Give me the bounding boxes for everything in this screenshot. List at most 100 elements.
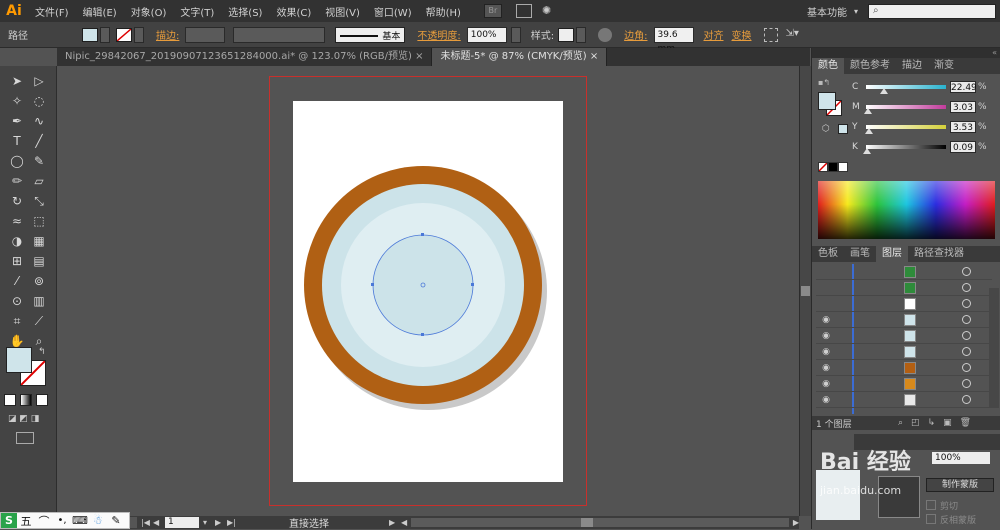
curvature-icon[interactable]: ∿ xyxy=(30,112,48,130)
target-circle-icon[interactable] xyxy=(962,331,971,340)
menu-window[interactable]: 窗口(W) xyxy=(367,4,419,19)
style-dropdown[interactable] xyxy=(576,26,587,43)
skin-icon[interactable]: ☃ xyxy=(89,514,107,527)
symbol-sprayer-icon[interactable]: ⊙ xyxy=(8,292,26,310)
lasso-icon[interactable]: ◌ xyxy=(30,92,48,110)
rotate-icon[interactable]: ↻ xyxy=(8,192,26,210)
close-icon[interactable]: × xyxy=(415,51,423,62)
target-circle-icon[interactable] xyxy=(962,283,971,292)
menu-edit[interactable]: 编辑(E) xyxy=(76,4,124,19)
fill-dropdown[interactable] xyxy=(100,26,110,43)
out-of-gamut-icon[interactable]: ⬡ xyxy=(822,124,832,134)
tab-color[interactable]: 颜色 xyxy=(812,58,844,74)
search-input[interactable]: ⌕ xyxy=(868,3,996,19)
paintbrush-icon[interactable]: ✎ xyxy=(30,152,48,170)
visibility-eye-icon[interactable]: ◉ xyxy=(820,394,832,406)
stroke-label[interactable]: 描边: xyxy=(152,27,183,42)
sogou-icon[interactable]: S xyxy=(1,513,17,528)
workspace-dropdown-icon[interactable]: ▾ xyxy=(854,7,864,16)
transform-link[interactable]: 变换 xyxy=(728,27,756,42)
recolor-icon[interactable] xyxy=(598,27,613,42)
tab-layers[interactable]: 图层 xyxy=(876,246,908,262)
stroke-weight-dropdown[interactable] xyxy=(185,26,226,43)
slider-knob[interactable] xyxy=(879,88,888,94)
menu-help[interactable]: 帮助(H) xyxy=(419,4,468,19)
anchor-point[interactable] xyxy=(421,233,424,236)
scroll-left-icon[interactable]: ◀ xyxy=(401,518,411,527)
target-circle-icon[interactable] xyxy=(962,347,971,356)
visibility-eye-icon[interactable]: ◉ xyxy=(820,378,832,390)
scroll-right-icon[interactable]: ▶ xyxy=(789,518,799,527)
ime-wubi[interactable]: 五 xyxy=(17,513,35,529)
corner-label[interactable]: 边角: xyxy=(620,27,651,42)
corner-field[interactable]: 39.6 mm xyxy=(653,26,694,54)
perspective-grid-icon[interactable]: ▦ xyxy=(30,232,48,250)
cyan-value[interactable]: 22.49 xyxy=(950,81,977,93)
menu-file[interactable]: 文件(F) xyxy=(28,4,76,19)
moon-icon[interactable]: ⌒ xyxy=(35,513,53,529)
workspace-switcher[interactable]: 基本功能 xyxy=(800,4,854,19)
target-circle-icon[interactable] xyxy=(962,315,971,324)
magenta-slider[interactable] xyxy=(864,105,946,114)
menu-type[interactable]: 文字(T) xyxy=(173,4,221,19)
vertical-scrollbar[interactable] xyxy=(799,66,811,516)
visibility-eye-icon[interactable] xyxy=(820,298,832,310)
scale-icon[interactable]: ⤡ xyxy=(30,192,48,210)
canvas-area[interactable] xyxy=(57,66,799,516)
black-slider[interactable] xyxy=(862,145,946,154)
blend-icon[interactable]: ⊚ xyxy=(30,272,48,290)
gradient-mode-icon[interactable] xyxy=(20,394,32,406)
color-spectrum[interactable] xyxy=(818,181,995,239)
tab-untitled-5[interactable]: 未标题-5* @ 87% (CMYK/预览) × xyxy=(432,48,608,66)
tab-gradient[interactable]: 渐变 xyxy=(928,58,960,74)
tab-brushes[interactable]: 画笔 xyxy=(844,246,876,262)
slider-knob[interactable] xyxy=(865,128,874,134)
none-swatch[interactable] xyxy=(818,162,828,172)
locate-object-icon[interactable]: ⌕ xyxy=(898,418,903,428)
fill-swatch[interactable] xyxy=(82,27,98,42)
slider-knob[interactable] xyxy=(864,108,873,114)
artboard-tool-icon[interactable]: ⌗ xyxy=(8,312,26,330)
transparency-opacity-field[interactable]: 100% xyxy=(932,452,990,464)
keyboard-icon[interactable]: ⌨ xyxy=(71,514,89,527)
black-value[interactable]: 0.09 xyxy=(950,141,976,153)
first-page-icon[interactable]: |◀ xyxy=(141,518,153,527)
layer-row[interactable]: ◉ xyxy=(816,312,992,328)
layer-row[interactable]: ◉ xyxy=(816,392,992,408)
direct-selection-tool-icon[interactable]: ▷ xyxy=(30,72,48,90)
tools-icon[interactable]: ✎ xyxy=(107,514,125,527)
artwork[interactable] xyxy=(293,101,563,482)
target-circle-icon[interactable] xyxy=(962,267,971,276)
close-icon[interactable]: × xyxy=(590,51,598,62)
trash-icon[interactable]: 🗑 xyxy=(960,418,971,428)
isolate-icon[interactable] xyxy=(763,27,778,42)
eraser-icon[interactable]: ▱ xyxy=(30,172,48,190)
tab-swatches[interactable]: 色板 xyxy=(812,246,844,262)
black-swatch[interactable] xyxy=(828,162,838,172)
next-page-icon[interactable]: ▶ xyxy=(215,518,227,527)
tab-stroke[interactable]: 描边 xyxy=(896,58,928,74)
scroll-thumb[interactable] xyxy=(801,286,810,296)
more-options-icon[interactable]: ⇲▾ xyxy=(786,28,804,42)
selected-inner-circle[interactable] xyxy=(372,234,474,336)
target-circle-icon[interactable] xyxy=(962,379,971,388)
slice-tool-icon[interactable]: ⟋ xyxy=(30,312,48,330)
layer-row[interactable]: ◉ xyxy=(816,360,992,376)
mask-thumb[interactable] xyxy=(878,476,920,518)
layer-row[interactable]: ◉ xyxy=(816,344,992,360)
opacity-field[interactable]: 100% xyxy=(466,26,507,43)
anchor-point[interactable] xyxy=(421,333,424,336)
pen-tool-icon[interactable]: ✒ xyxy=(8,112,26,130)
eyedropper-icon[interactable]: ⁄ xyxy=(8,272,26,290)
gpu-icon[interactable]: ✺ xyxy=(542,4,558,18)
target-circle-icon[interactable] xyxy=(962,395,971,404)
anchor-point[interactable] xyxy=(371,283,374,286)
yellow-slider[interactable] xyxy=(865,125,946,134)
arrange-docs-icon[interactable] xyxy=(515,4,532,18)
screen-mode-icon[interactable] xyxy=(16,432,34,444)
type-tool-icon[interactable]: T xyxy=(8,132,26,150)
new-sublayer-icon[interactable]: ↳ xyxy=(928,418,936,428)
brush-dropdown[interactable]: 基本 xyxy=(335,26,406,43)
draw-mode-icon[interactable]: ◪ ◩ ◨ xyxy=(8,414,48,426)
invert-mask-checkbox[interactable] xyxy=(926,514,936,524)
